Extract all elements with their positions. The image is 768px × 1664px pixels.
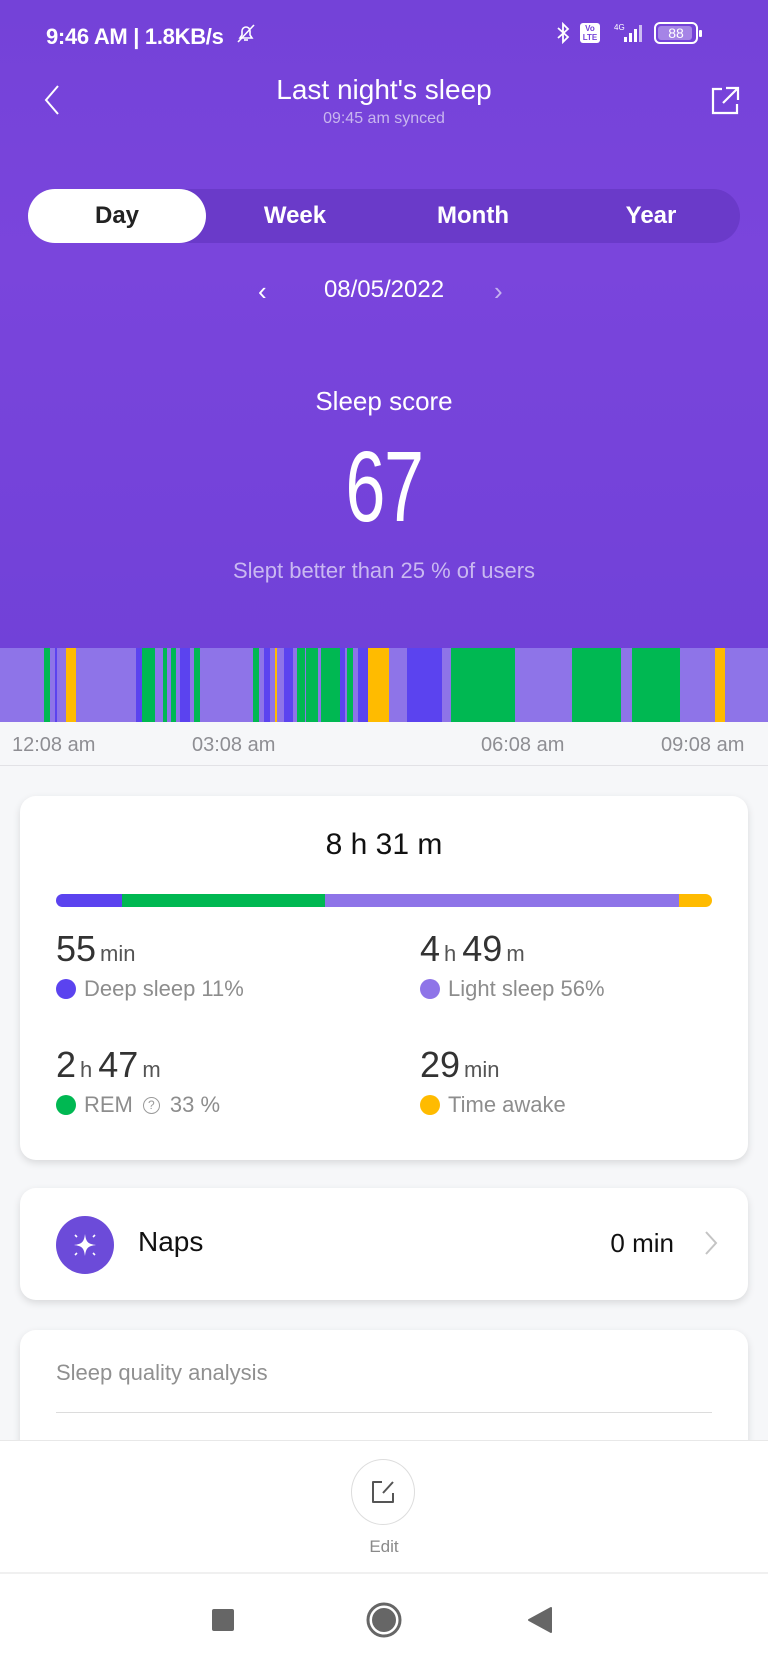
awake-dot bbox=[420, 1095, 440, 1115]
tab-week[interactable]: Week bbox=[206, 189, 384, 243]
timeline-segment-light bbox=[0, 648, 44, 722]
muted-bell-icon bbox=[237, 24, 255, 43]
breakdown-segment-deep bbox=[56, 894, 122, 907]
svg-text:4G: 4G bbox=[614, 23, 625, 32]
timeline-segment-light bbox=[621, 648, 633, 722]
tab-month[interactable]: Month bbox=[384, 189, 562, 243]
sleep-score-comparison: Slept better than 25 % of users bbox=[232, 558, 536, 583]
timeline-segment-awake bbox=[66, 648, 77, 722]
edit-label: Edit bbox=[369, 1537, 399, 1556]
tab-year[interactable]: Year bbox=[562, 189, 740, 243]
sleep-score-value: 67 bbox=[345, 431, 424, 543]
volte-icon: Vo LTE bbox=[580, 23, 600, 43]
timeline-segment-rem bbox=[450, 648, 516, 722]
tick-label: 09:08 am bbox=[661, 734, 745, 756]
header: 9:46 AM | 1.8KB/s Vo LTE 4G 88 Last night… bbox=[0, 0, 768, 648]
back-triangle-icon bbox=[528, 1607, 552, 1633]
rem-dot bbox=[56, 1095, 76, 1115]
sleep-quality-title: Sleep quality analysis bbox=[56, 1360, 268, 1385]
timeline-segment-deep bbox=[407, 648, 443, 722]
edit-icon bbox=[372, 1481, 394, 1503]
sync-status: 09:45 am synced bbox=[323, 110, 445, 127]
recents-icon bbox=[212, 1609, 234, 1631]
timeline-segment-deep bbox=[284, 648, 294, 722]
stage-breakdown-bar bbox=[56, 894, 712, 907]
timeline-segment-light bbox=[389, 648, 408, 722]
sleep-summary-card: 8 h 31 m 55 min Deep sleep 11% 4 h 49 m Ligh… bbox=[20, 796, 748, 1160]
timeline-segment-deep bbox=[179, 648, 190, 722]
current-date: 08/05/2022 bbox=[323, 276, 445, 303]
breakdown-segment-awake bbox=[679, 894, 712, 907]
battery-icon: 88 bbox=[654, 22, 702, 44]
timeline-segment-rem bbox=[632, 648, 680, 722]
breakdown-segment-rem bbox=[121, 894, 325, 907]
timeline-segment-awake bbox=[715, 648, 725, 722]
stat-light-sleep: 4 h 49 m Light sleep 56% bbox=[420, 928, 605, 1001]
naps-label: Naps bbox=[138, 1226, 204, 1257]
timeline-segment-light bbox=[515, 648, 573, 722]
previous-date-button[interactable]: ‹ bbox=[258, 276, 267, 307]
sleep-score-label: Sleep score bbox=[315, 386, 453, 416]
deep-sleep-dot bbox=[56, 979, 76, 999]
divider bbox=[56, 1412, 712, 1413]
tick-label: 03:08 am bbox=[192, 734, 276, 756]
signal-icon: 4G bbox=[614, 23, 642, 42]
system-navigation-bar bbox=[0, 1572, 768, 1664]
naps-value: 0 min bbox=[610, 1228, 674, 1258]
recents-button[interactable] bbox=[203, 1600, 243, 1640]
timeline-segment-light bbox=[76, 648, 136, 722]
timeline-segment-light bbox=[199, 648, 253, 722]
timeline-segment-rem bbox=[572, 648, 622, 722]
breakdown-segment-light bbox=[324, 894, 680, 907]
timeline-segment-awake bbox=[367, 648, 390, 722]
sleep-quality-card: Sleep quality analysis bbox=[20, 1330, 748, 1450]
stat-rem: 2 h 47 m REM? 33 % bbox=[56, 1044, 221, 1117]
home-icon bbox=[366, 1602, 402, 1638]
timeline-segment-rem bbox=[321, 648, 341, 722]
timeline-segment-rem bbox=[305, 648, 318, 722]
timeline-segment-rem bbox=[142, 648, 156, 722]
edit-button[interactable] bbox=[351, 1459, 415, 1525]
chevron-right-icon bbox=[705, 1231, 718, 1255]
back-chevron-icon[interactable] bbox=[38, 80, 68, 120]
page-title: Last night's sleep bbox=[276, 74, 492, 105]
tick-label: 12:08 am bbox=[12, 734, 96, 756]
timeline-segment-deep bbox=[357, 648, 368, 722]
stat-deep-sleep: 55 min Deep sleep 11% bbox=[56, 928, 244, 1001]
sparkle-icon bbox=[56, 1216, 114, 1274]
timeline-axis: 12:08 am 03:08 am 06:08 am 09:08 am bbox=[0, 722, 768, 766]
timeline-segment-rem bbox=[297, 648, 305, 722]
date-navigator: ‹ 08/05/2022 › bbox=[0, 276, 768, 307]
status-bar: 9:46 AM | 1.8KB/s Vo LTE 4G 88 bbox=[46, 20, 702, 50]
tick-label: 06:08 am bbox=[481, 734, 565, 756]
tab-day[interactable]: Day bbox=[28, 189, 206, 243]
stat-time-awake: 29 min Time awake bbox=[420, 1044, 566, 1117]
back-button[interactable] bbox=[520, 1600, 560, 1640]
timeline-segment-light bbox=[155, 648, 163, 722]
next-date-button[interactable]: › bbox=[494, 276, 503, 307]
timeline-segment-light bbox=[442, 648, 451, 722]
bottom-action-bar: Edit bbox=[0, 1440, 768, 1572]
timeline-segment-light bbox=[277, 648, 285, 722]
home-button[interactable] bbox=[364, 1600, 404, 1640]
share-icon[interactable] bbox=[708, 84, 742, 118]
timeline-segment-light bbox=[724, 648, 768, 722]
bluetooth-icon bbox=[557, 22, 570, 44]
help-icon[interactable]: ? bbox=[142, 1096, 160, 1114]
timeline-segment-light bbox=[679, 648, 715, 722]
period-tabs: Day Week Month Year bbox=[28, 189, 740, 243]
sleep-stage-timeline[interactable] bbox=[0, 648, 768, 722]
naps-row[interactable]: Naps 0 min bbox=[20, 1188, 748, 1300]
total-sleep-duration: 8 h 31 m bbox=[325, 828, 443, 861]
status-time: 9:46 AM | 1.8KB/s bbox=[46, 24, 224, 49]
light-sleep-dot bbox=[420, 979, 440, 999]
timeline-segment-light bbox=[56, 648, 67, 722]
